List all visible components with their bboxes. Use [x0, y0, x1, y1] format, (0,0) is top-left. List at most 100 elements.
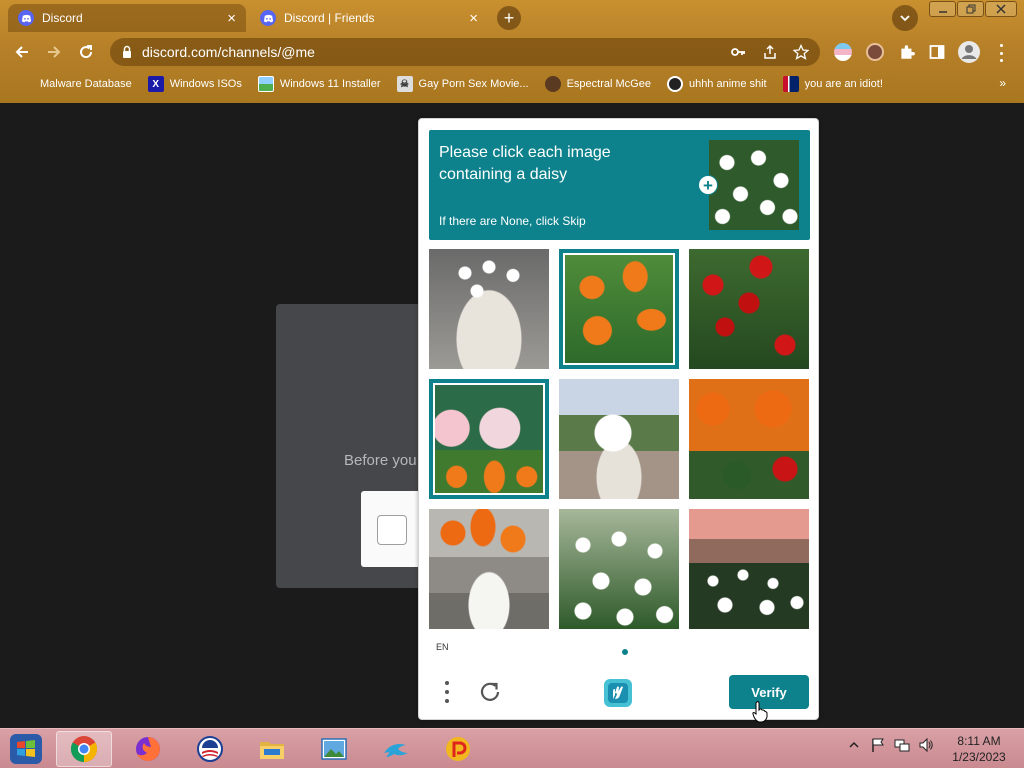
side-panel-icon[interactable]	[929, 44, 945, 60]
image-tile-9[interactable]	[689, 509, 809, 629]
bookmark-espectral-mcgee[interactable]: Espectral McGee	[544, 76, 651, 92]
hcaptcha-logo-icon	[604, 679, 632, 707]
bookmarks-overflow-button[interactable]: »	[999, 76, 1006, 90]
tab-title: Discord	[42, 11, 83, 25]
dolphin-icon	[384, 744, 408, 757]
image-icon	[257, 76, 274, 92]
browser-chrome: Discord × Discord | Friends × + discord.…	[0, 0, 1024, 103]
bookmark-label: Espectral McGee	[566, 78, 651, 90]
tray-expand-icon[interactable]	[846, 737, 862, 753]
bookmark-anime[interactable]: uhhh anime shit	[666, 76, 767, 92]
arrow-right-icon	[48, 46, 61, 58]
restore-icon	[966, 4, 975, 14]
daisy-field-image	[559, 509, 679, 629]
reload-button[interactable]	[75, 41, 97, 63]
minimize-button[interactable]	[929, 1, 956, 17]
clock-date: 1/23/2023	[952, 750, 1006, 764]
obama-logo-icon	[197, 736, 223, 762]
browser-menu-button[interactable]	[998, 44, 1004, 62]
bookmark-you-are-an-idiot[interactable]: you are an idiot!	[782, 76, 883, 92]
image-tile-1[interactable]	[429, 249, 549, 369]
flag-icon	[782, 76, 799, 92]
close-icon	[996, 4, 1006, 14]
captcha-checkbox[interactable]	[377, 515, 407, 545]
x-icon: X	[147, 76, 164, 92]
browser-toolbar: discord.com/channels/@me	[0, 35, 1024, 69]
lock-icon[interactable]	[120, 45, 134, 59]
chrome-icon	[70, 736, 98, 763]
close-window-button[interactable]	[985, 1, 1017, 17]
skull-icon: ☠	[396, 76, 413, 92]
tab-search-button[interactable]	[892, 5, 918, 31]
back-button[interactable]	[11, 41, 33, 63]
verify-button[interactable]: Verify	[729, 675, 809, 709]
discord-icon	[18, 10, 34, 26]
tulip-rose-image	[689, 379, 809, 499]
bookmark-label: Gay Porn Sex Movie...	[418, 78, 529, 90]
address-bar[interactable]: discord.com/channels/@me	[110, 38, 820, 66]
taskbar-firefox[interactable]	[120, 731, 176, 767]
forward-button[interactable]	[43, 41, 65, 63]
arrow-left-icon	[15, 46, 28, 58]
language-selector[interactable]: EN	[436, 642, 449, 652]
bookmark-malware-database[interactable]: Malware Database	[18, 76, 132, 92]
puzzle-icon[interactable]	[898, 43, 916, 61]
key-icon[interactable]	[730, 44, 746, 60]
bookmark-label: Windows 11 Installer	[279, 78, 381, 90]
minimize-icon	[938, 11, 947, 13]
flag-icon[interactable]	[870, 737, 886, 753]
malware-icon	[18, 76, 34, 92]
photos-icon	[321, 738, 347, 760]
image-tile-8[interactable]	[559, 509, 679, 629]
expand-example-icon[interactable]: +	[698, 175, 718, 195]
tab-discord-friends[interactable]: Discord | Friends ×	[250, 4, 488, 32]
trans-flag-extension-icon[interactable]	[834, 43, 852, 61]
taskbar-obama-app[interactable]	[182, 731, 238, 767]
discord-icon	[260, 10, 276, 26]
image-tile-3[interactable]	[689, 249, 809, 369]
bookmark-windows-11-installer[interactable]: Windows 11 Installer	[257, 76, 381, 92]
tulip-vase-image	[429, 509, 549, 629]
taskbar: 8:11 AM 1/23/2023	[0, 728, 1024, 768]
taskbar-photos[interactable]	[306, 731, 362, 767]
taskbar-dolphin[interactable]	[368, 731, 424, 767]
daisy-pot-image	[429, 249, 549, 369]
image-tile-7[interactable]	[429, 509, 549, 629]
taskbar-file-explorer[interactable]	[244, 731, 300, 767]
restore-button[interactable]	[957, 1, 984, 17]
close-tab-icon[interactable]: ×	[227, 10, 236, 27]
example-image[interactable]	[709, 140, 799, 230]
system-clock[interactable]: 8:11 AM 1/23/2023	[944, 733, 1014, 765]
tab-discord[interactable]: Discord ×	[8, 4, 246, 32]
bookmark-windows-isos[interactable]: X Windows ISOs	[147, 76, 242, 92]
system-tray	[846, 737, 942, 753]
chevron-down-icon	[900, 15, 910, 22]
close-tab-icon[interactable]: ×	[469, 10, 478, 27]
volume-icon[interactable]	[918, 737, 934, 753]
refresh-icon[interactable]	[477, 679, 503, 705]
image-tile-6[interactable]	[689, 379, 809, 499]
profile-extension-icon[interactable]	[866, 43, 884, 61]
bookmark-label: uhhh anime shit	[688, 78, 767, 90]
bookmark-label: you are an idiot!	[804, 78, 883, 90]
star-icon[interactable]	[793, 44, 809, 60]
hand-cursor-icon	[752, 701, 768, 723]
captcha-menu-button[interactable]	[437, 679, 457, 705]
bookmark-label: Windows ISOs	[169, 78, 242, 90]
start-button[interactable]	[8, 732, 44, 766]
clock-time: 8:11 AM	[957, 734, 1001, 748]
new-tab-button[interactable]: +	[497, 6, 521, 30]
bookmark-movie[interactable]: ☠ Gay Porn Sex Movie...	[396, 76, 529, 92]
folder-icon	[260, 742, 284, 759]
image-tile-4[interactable]	[429, 379, 549, 499]
network-icon[interactable]	[894, 737, 910, 753]
image-tile-2[interactable]	[559, 249, 679, 369]
rose-image	[689, 249, 809, 369]
person-icon	[961, 45, 977, 59]
taskbar-picsart[interactable]	[430, 731, 486, 767]
profile-avatar[interactable]	[958, 41, 980, 63]
share-icon[interactable]	[762, 44, 778, 60]
tulip-image	[565, 255, 673, 363]
image-tile-5[interactable]	[559, 379, 679, 499]
taskbar-chrome[interactable]	[56, 731, 112, 767]
